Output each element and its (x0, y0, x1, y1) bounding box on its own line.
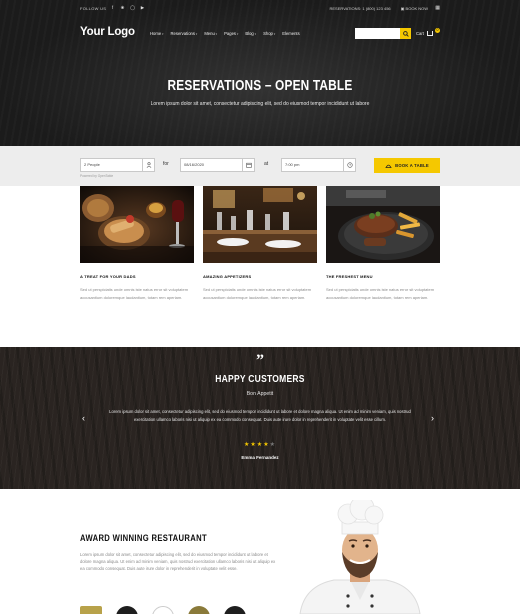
people-value: 2 People (84, 162, 100, 167)
chef-image (290, 500, 430, 614)
testimonial-author: Emma Fernandez (241, 455, 279, 460)
nav-item-menu[interactable]: Menu (204, 31, 217, 36)
hero-subtitle: Lorem ipsum dolor sit amet, consectetur … (150, 101, 370, 107)
nav-item-pages[interactable]: Pages (224, 31, 238, 36)
book-table-label: BOOK A TABLE (395, 163, 429, 168)
menu-grid-icon[interactable]: ▦ (435, 5, 440, 11)
book-table-button[interactable]: BOOK A TABLE (374, 158, 440, 173)
date-value: 08/16/2020 (184, 162, 205, 167)
hand-bell-icon (385, 164, 392, 168)
award-badge (80, 606, 102, 614)
header-search (355, 28, 411, 39)
calendar-icon: ▣ (400, 6, 405, 11)
card-title[interactable]: THE FRESHEST MENU (326, 274, 373, 279)
page-title: RESERVATIONS – OPEN TABLE (167, 78, 353, 94)
person-icon (142, 159, 154, 171)
next-arrow-icon[interactable]: › (431, 413, 434, 423)
twitter-icon[interactable]: ❀ (120, 5, 125, 10)
search-icon (402, 30, 409, 37)
star-rating: ★★★★★ (0, 441, 520, 448)
nav-item-elements[interactable]: Elements (282, 31, 299, 36)
card-title[interactable]: A TREAT FOR YOUR DADS (80, 274, 136, 279)
date-picker[interactable]: 08/16/2020 (180, 158, 255, 172)
instagram-icon[interactable]: ◯ (130, 5, 135, 10)
top-bar: FOLLOW US f ❀ ◯ ▶ RESERVATIONS: 1 (800) … (80, 5, 440, 14)
testimonials-heading: HAPPY CUSTOMERS (215, 374, 305, 385)
award-badge (152, 606, 174, 614)
cart-count-badge: 0 (435, 28, 440, 33)
card-image-dads[interactable] (80, 186, 194, 263)
main-nav: Home Reservations Menu Pages Blog Shop E… (150, 31, 300, 36)
award-badge (224, 606, 246, 614)
reservations-phone: RESERVATIONS: 1 (800) 123 456 (329, 6, 391, 11)
cart-link[interactable]: Cart 0 (416, 28, 440, 37)
time-value: 7:00 pm (285, 162, 300, 167)
card-text: Sed ut perspiciatis unde omnis iste natu… (80, 287, 189, 300)
contact-info: RESERVATIONS: 1 (800) 123 456 ▣ BOOK NOW (330, 6, 429, 11)
search-button[interactable] (400, 28, 411, 39)
cart-label: Cart (416, 31, 424, 36)
card-image-menu[interactable] (326, 186, 440, 263)
book-now-link[interactable]: ▣ BOOK NOW (401, 6, 428, 11)
card-image-appetizers[interactable] (203, 186, 317, 263)
card-text: Sed ut perspiciatis unde omnis iste natu… (326, 287, 435, 300)
award-heading: AWARD WINNING RESTAURANT (80, 533, 208, 543)
social-links: f ❀ ◯ ▶ (110, 5, 145, 10)
award-badge (188, 606, 210, 614)
feature-card[interactable]: THE FRESHEST MENU Sed ut perspiciatis un… (326, 186, 440, 300)
hero-section: FOLLOW US f ❀ ◯ ▶ RESERVATIONS: 1 (800) … (0, 0, 520, 146)
people-select[interactable]: 2 People (80, 158, 155, 172)
testimonial-site: Bon Appetit (246, 391, 274, 397)
award-badge (116, 606, 138, 614)
testimonial-text: Lorem ipsum dolor sit amet, consectetur … (109, 409, 411, 422)
facebook-icon[interactable]: f (110, 5, 115, 10)
nav-item-blog[interactable]: Blog (245, 31, 256, 36)
card-title[interactable]: AMAZING APPETIZERS (203, 274, 251, 279)
award-text: Lorem ipsum dolor sit amet, consectetur … (80, 552, 276, 571)
for-label: for (163, 161, 169, 167)
follow-us-label: FOLLOW US (80, 6, 107, 11)
at-label: at (264, 161, 269, 167)
award-badges (80, 606, 246, 614)
powered-by-text: Powered by OpenTable (80, 174, 114, 178)
nav-item-reservations[interactable]: Reservations (171, 31, 198, 36)
star-icon: ★ (269, 442, 276, 448)
search-input[interactable] (355, 28, 400, 39)
clock-icon (343, 159, 355, 171)
calendar-icon (242, 159, 254, 171)
quote-icon: ” (256, 352, 264, 369)
cart-icon (427, 31, 434, 37)
site-logo[interactable]: Your Logo (80, 26, 135, 38)
reservation-bar: 2 People for 08/16/2020 at 7:00 pm BOOK … (0, 146, 520, 186)
feature-card[interactable]: AMAZING APPETIZERS Sed ut perspiciatis u… (203, 186, 317, 300)
time-select[interactable]: 7:00 pm (281, 158, 356, 172)
card-text: Sed ut perspiciatis unde omnis iste natu… (203, 287, 312, 300)
youtube-icon[interactable]: ▶ (140, 5, 145, 10)
prev-arrow-icon[interactable]: ‹ (82, 413, 85, 423)
feature-card[interactable]: A TREAT FOR YOUR DADS Sed ut perspiciati… (80, 186, 194, 300)
nav-item-home[interactable]: Home (150, 31, 164, 36)
nav-item-shop[interactable]: Shop (263, 31, 275, 36)
